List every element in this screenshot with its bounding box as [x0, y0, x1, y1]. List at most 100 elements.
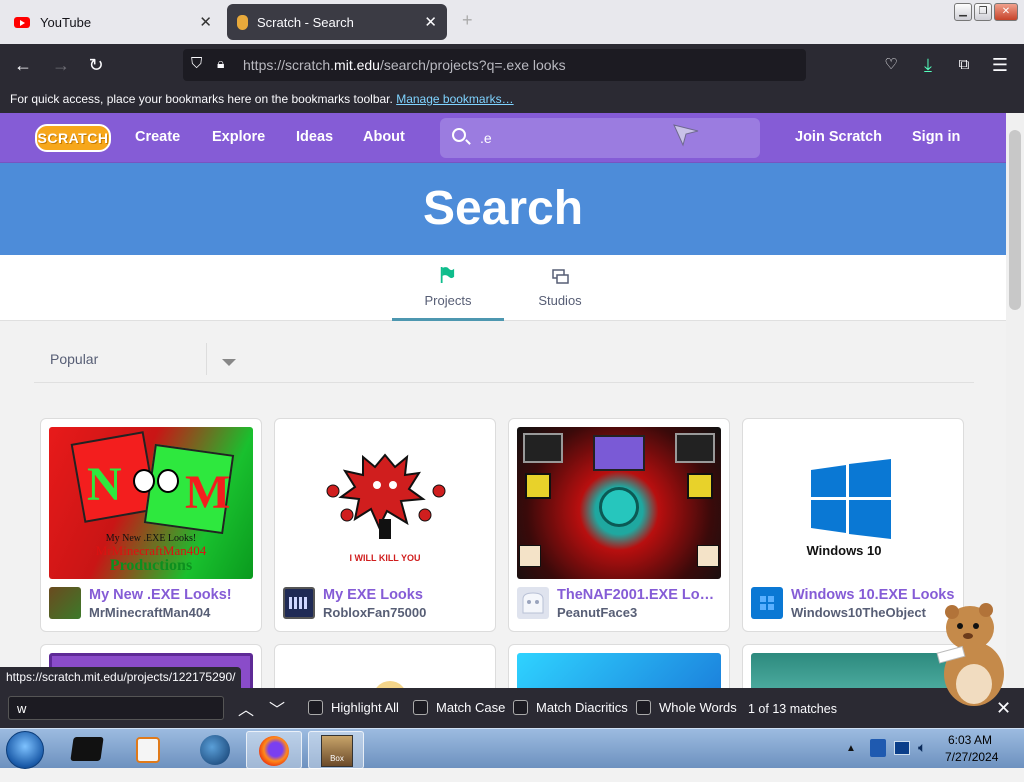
- bookmarks-toolbar: For quick access, place your bookmarks h…: [0, 86, 1024, 113]
- project-thumbnail[interactable]: [517, 427, 721, 579]
- project-title[interactable]: My EXE Looks: [323, 587, 493, 603]
- tab-scratch-search[interactable]: Scratch - Search ✕: [227, 4, 447, 40]
- clock-date[interactable]: 7/27/2024: [945, 750, 998, 764]
- start-button[interactable]: [6, 731, 44, 769]
- project-thumbnail[interactable]: I WILL KILL YOU: [283, 427, 487, 579]
- taskbar-app-media-player[interactable]: [120, 731, 176, 769]
- avatar[interactable]: [517, 587, 549, 619]
- project-thumbnail[interactable]: [517, 653, 721, 688]
- project-thumbnail[interactable]: [283, 653, 487, 688]
- close-window-button[interactable]: ✕: [994, 3, 1018, 21]
- taskbar-app-media-center[interactable]: [60, 731, 116, 769]
- project-author[interactable]: RobloxFan75000: [323, 605, 493, 620]
- project-title[interactable]: TheNAF2001.EXE Lo…: [557, 587, 727, 603]
- pocket-icon[interactable]: ♡: [878, 53, 904, 77]
- letter-m: M: [185, 466, 231, 519]
- join-scratch-link[interactable]: Join Scratch: [795, 129, 882, 145]
- windows-logo-icon: [760, 596, 774, 610]
- tab-studios[interactable]: Studios: [504, 265, 616, 321]
- tray-expand-icon[interactable]: ▲: [846, 743, 856, 754]
- shield-icon[interactable]: ⛉: [191, 55, 202, 72]
- nav-about[interactable]: About: [363, 129, 405, 145]
- project-author[interactable]: MrMinecraftMan404: [89, 605, 259, 620]
- nav-explore[interactable]: Explore: [212, 129, 265, 145]
- minimize-button[interactable]: ▁: [954, 3, 972, 21]
- divider: [206, 343, 207, 375]
- flag-icon: [440, 267, 455, 283]
- checkbox-label: Highlight All: [331, 700, 399, 715]
- thumbnail-shape: [697, 545, 719, 567]
- page-viewport: SCRATCH Create Explore Ideas About Join …: [0, 113, 1006, 688]
- project-thumbnail[interactable]: [751, 653, 955, 688]
- close-tab-icon[interactable]: ✕: [199, 13, 212, 31]
- window-controls: ▁ ❐ ✕: [954, 3, 1018, 21]
- avatar[interactable]: [283, 587, 315, 619]
- tab-projects[interactable]: Projects: [392, 265, 504, 321]
- project-card[interactable]: [274, 644, 496, 688]
- clock-time[interactable]: 6:03 AM: [948, 733, 992, 747]
- new-tab-plus-icon[interactable]: +: [462, 10, 473, 31]
- project-thumbnail[interactable]: N M My New .EXE Looks! MrMinecraftMan404…: [49, 427, 253, 579]
- windows-taskbar: Box ▲ 🔈︎: [0, 728, 1024, 769]
- scratch-logo[interactable]: SCRATCH: [35, 124, 111, 152]
- thumbnail-shape: [593, 435, 645, 471]
- tab-projects-label: Projects: [424, 293, 472, 308]
- project-title[interactable]: My New .EXE Looks!: [89, 587, 259, 603]
- letter-n: N: [87, 458, 122, 511]
- chevron-down-icon[interactable]: [222, 359, 236, 366]
- avatar[interactable]: [751, 587, 783, 619]
- checkbox-label: Match Case: [436, 700, 506, 715]
- tab-label: YouTube: [40, 14, 92, 30]
- tray-app-icon[interactable]: [870, 739, 886, 757]
- manage-bookmarks-link[interactable]: Manage bookmarks…: [396, 92, 513, 106]
- menu-hamburger-icon[interactable]: ☰: [987, 53, 1013, 77]
- find-next-icon[interactable]: ﹀: [269, 696, 285, 720]
- youtube-favicon-icon: [14, 16, 30, 28]
- studios-icon: [552, 269, 569, 284]
- thumbnail-shape: [523, 433, 563, 463]
- volume-icon[interactable]: 🔈︎: [918, 739, 926, 756]
- sign-in-link[interactable]: Sign in: [912, 129, 960, 145]
- find-input[interactable]: [8, 696, 224, 720]
- lock-icon[interactable]: 🔒︎: [217, 55, 224, 72]
- match-diacritics-checkbox[interactable]: Match Diacritics: [513, 700, 628, 715]
- address-bar[interactable]: ⛉ 🔒︎ https://scratch.mit.edu/search/proj…: [183, 49, 806, 81]
- thumbnail-shape: [519, 545, 541, 567]
- back-arrow-icon[interactable]: ←: [10, 53, 36, 77]
- thumbnail-caption: Productions: [109, 557, 193, 574]
- project-card[interactable]: I WILL KILL YOU My EXE Looks RobloxFan75…: [274, 418, 496, 632]
- reload-icon[interactable]: ↻: [83, 53, 109, 77]
- tab-youtube[interactable]: YouTube ✕: [4, 4, 222, 40]
- nav-create[interactable]: Create: [135, 129, 180, 145]
- bookmarks-hint: For quick access, place your bookmarks h…: [10, 92, 393, 106]
- taskbar-app-box[interactable]: Box: [308, 731, 364, 769]
- find-previous-icon[interactable]: ︿: [238, 696, 254, 720]
- scrollbar-thumb[interactable]: [1009, 130, 1021, 310]
- forward-arrow-icon[interactable]: →: [48, 53, 74, 77]
- project-author[interactable]: PeanutFace3: [557, 605, 727, 620]
- avatar[interactable]: [49, 587, 81, 619]
- close-tab-icon[interactable]: ✕: [424, 13, 437, 31]
- restore-button[interactable]: ❐: [974, 3, 992, 21]
- whole-words-checkbox[interactable]: Whole Words: [636, 700, 737, 715]
- highlight-all-checkbox[interactable]: Highlight All: [308, 700, 399, 715]
- tab-label: Scratch - Search: [257, 14, 354, 30]
- match-case-checkbox[interactable]: Match Case: [413, 700, 505, 715]
- scratch-search-box[interactable]: [440, 118, 760, 158]
- network-icon[interactable]: [894, 741, 910, 755]
- link-status-tooltip: https://scratch.mit.edu/projects/1221752…: [0, 667, 242, 688]
- nav-ideas[interactable]: Ideas: [296, 129, 333, 145]
- project-card[interactable]: TheNAF2001.EXE Lo… PeanutFace3: [508, 418, 730, 632]
- taskbar-app-firefox[interactable]: [246, 731, 302, 769]
- project-thumbnail[interactable]: Windows 10: [751, 427, 955, 579]
- project-card[interactable]: [508, 644, 730, 688]
- sort-selector[interactable]: Popular: [34, 331, 974, 383]
- extensions-icon[interactable]: ⧉: [951, 53, 977, 77]
- search-input[interactable]: [480, 128, 740, 148]
- taskbar-app-browser[interactable]: [186, 731, 242, 769]
- tab-studios-label: Studios: [538, 293, 582, 308]
- downloads-icon[interactable]: ⤓: [915, 53, 941, 77]
- url-text: https://scratch.mit.edu/search/projects?…: [243, 57, 566, 73]
- project-card[interactable]: N M My New .EXE Looks! MrMinecraftMan404…: [40, 418, 262, 632]
- thumbnail-shape: [687, 473, 713, 499]
